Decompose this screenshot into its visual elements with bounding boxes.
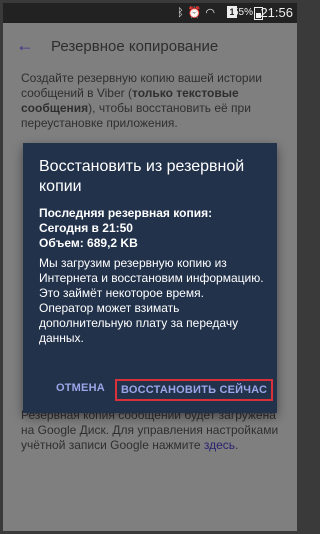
restore-now-button[interactable]: ВОССТАНОВИТЬ СЕЙЧАС: [115, 379, 274, 401]
back-arrow-icon[interactable]: ←: [15, 35, 35, 55]
google-settings-link[interactable]: здесь: [204, 438, 235, 452]
app-bar: ← Резервное копирование: [3, 23, 297, 69]
cancel-button[interactable]: ОТМЕНА: [56, 378, 105, 398]
google-drive-note: Резервная копия сообщений будет загружен…: [21, 408, 285, 453]
alarm-icon: ⏰: [187, 7, 206, 19]
clock: 21:56: [260, 5, 293, 20]
backup-info: Последняя резервная копия: Сегодня в 21:…: [39, 206, 264, 251]
drive-note-text: Резервная копия сообщений будет загружен…: [21, 408, 279, 452]
drive-note-end: .: [235, 438, 239, 452]
backup-size: Объем: 689,2 KB: [39, 236, 138, 250]
message-line-1: Мы загрузим резервную копию из Интернета…: [39, 256, 264, 285]
status-bar: ᛒ⏰◠ 1 55% 21:56: [3, 3, 297, 23]
last-backup-time: Сегодня в 21:50: [39, 221, 133, 235]
message-line-2: Это займёт некоторое время.: [39, 286, 204, 300]
message-line-3: Оператор может взимать дополнительную пл…: [39, 301, 239, 345]
wifi-icon: ◠: [205, 7, 219, 19]
bluetooth-icon: ᛒ: [177, 7, 188, 19]
dialog-message: Мы загрузим резервную копию из Интернета…: [39, 256, 264, 346]
status-icons: ᛒ⏰◠: [177, 6, 219, 19]
last-backup-label: Последняя резервная копия:: [39, 206, 213, 220]
page-title: Резервное копирование: [51, 38, 219, 55]
backup-description: Создайте резервную копию вашей истории с…: [21, 71, 285, 131]
screen: ᛒ⏰◠ 1 55% 21:56 ← Резервное копирование …: [3, 3, 297, 531]
battery-percent: 55%: [232, 7, 253, 18]
dialog-title: Восстановить из резервной копии: [39, 158, 245, 195]
restore-dialog: Восстановить из резервной копии Последня…: [23, 143, 277, 413]
